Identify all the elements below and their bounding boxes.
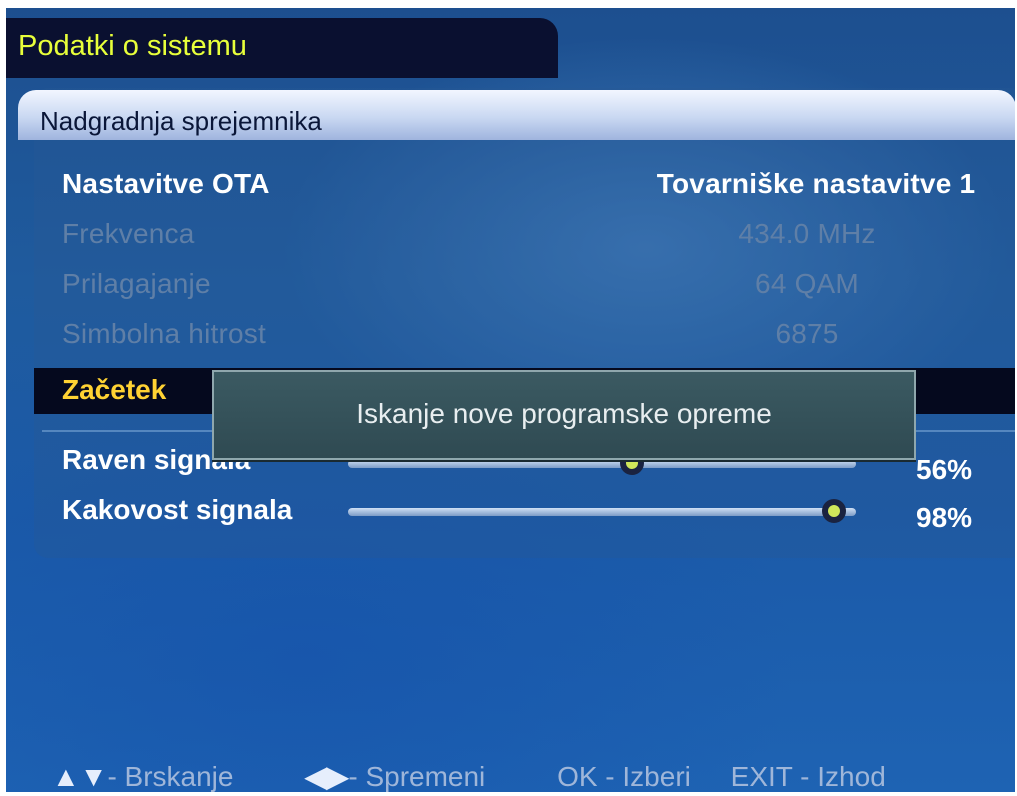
searching-popup: Iskanje nove programske opreme <box>212 370 916 460</box>
symbol-rate-label: Simbolna hitrost <box>62 318 266 349</box>
ok-hint: OK - Izberi <box>557 761 691 792</box>
signal-quality-bar <box>348 508 856 516</box>
up-down-arrows-icon: ▲▼ <box>52 761 108 792</box>
frequency-label: Frekvenca <box>62 218 195 249</box>
signal-quality-knob <box>821 499 846 523</box>
footer-help: ▲▼- Brskanje ◀▶- Spremeni OK - Izberi EX… <box>52 760 918 792</box>
modulation-label: Prilagajanje <box>62 268 211 299</box>
section-header: Nadgradnja sprejemnika <box>40 106 322 136</box>
exit-hint: EXIT - Izhod <box>730 761 886 792</box>
signal-quality-value: 98% <box>916 502 973 533</box>
change-hint: - Spremeni <box>348 761 486 792</box>
signal-level-bar <box>348 460 856 468</box>
browse-hint: - Brskanje <box>107 761 234 792</box>
signal-level-value: 56% <box>916 454 973 485</box>
signal-quality-label: Kakovost signala <box>62 494 293 525</box>
menu-title: Podatki o sistemu <box>18 30 247 62</box>
left-right-arrows-icon: ◀▶ <box>305 761 349 792</box>
ota-settings-label[interactable]: Nastavitve OTA <box>62 168 270 200</box>
frequency-value: 434.0 MHz <box>738 218 876 249</box>
modulation-value: 64 QAM <box>755 268 859 299</box>
popup-message: Iskanje nove programske opreme <box>356 398 772 429</box>
symbol-rate-value: 6875 <box>775 318 839 349</box>
tv-screen: Podatki o sistemu Nadgradnja sprejemnika… <box>6 8 1015 792</box>
start-button[interactable]: Začetek <box>62 374 166 406</box>
ota-settings-value[interactable]: Tovarniške nastavitve 1 <box>621 168 1011 200</box>
